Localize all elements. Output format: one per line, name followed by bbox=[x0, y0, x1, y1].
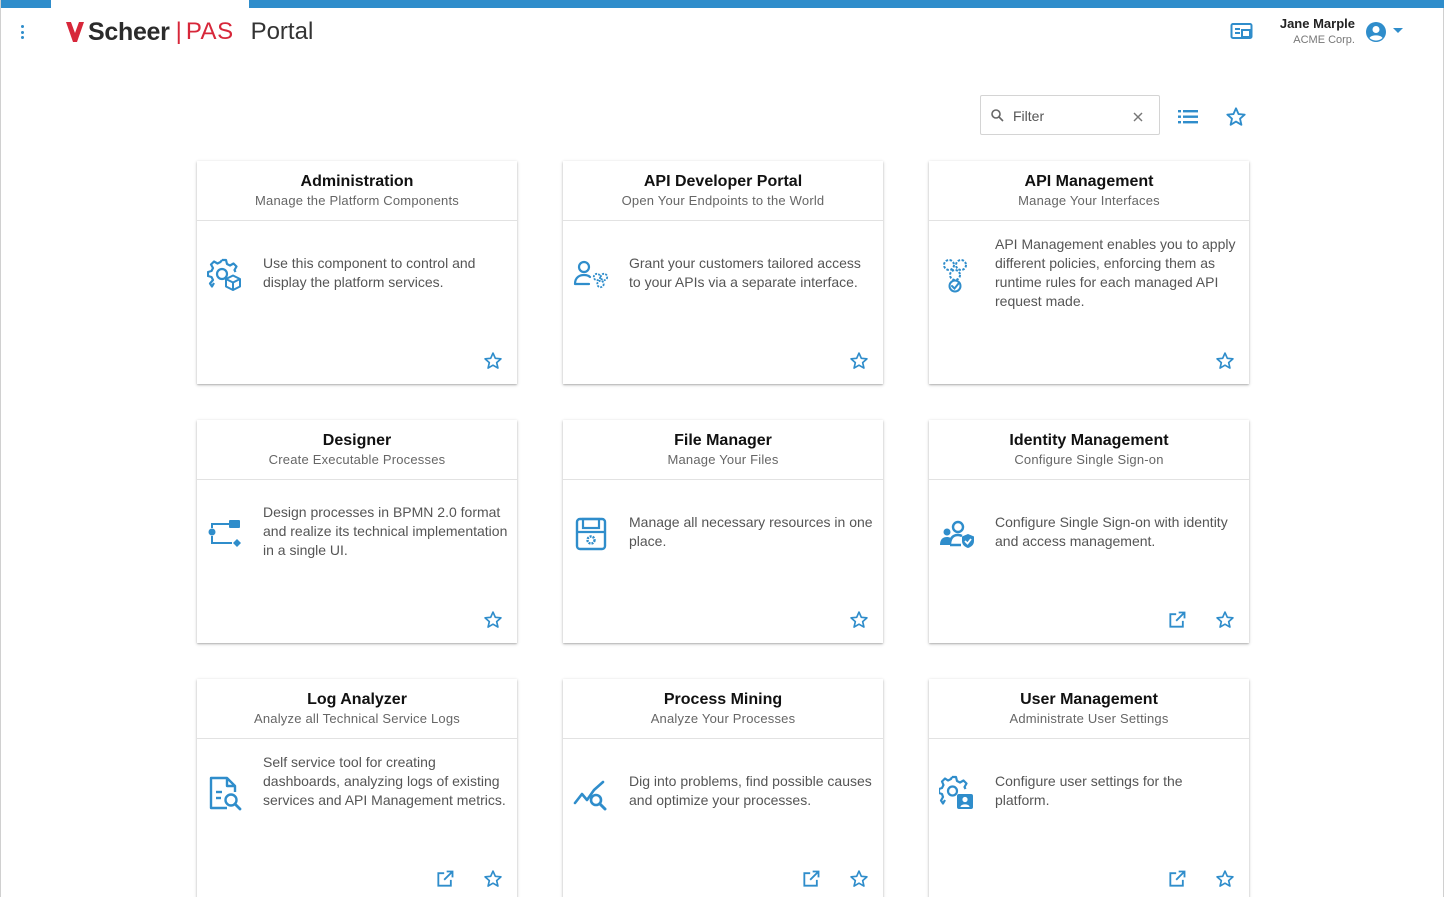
card-title: User Management bbox=[1020, 691, 1158, 708]
gears-check-icon bbox=[943, 259, 967, 293]
favorite-star-icon[interactable] bbox=[849, 351, 869, 371]
card-body: Grant your customers tailored access to … bbox=[563, 221, 883, 383]
card-description: Manage all necessary resources in one pl… bbox=[629, 514, 873, 549]
card-subtitle: Create Executable Processes bbox=[268, 452, 446, 467]
card-subtitle: Configure Single Sign-on bbox=[1014, 452, 1164, 467]
brand-portal: Portal bbox=[250, 18, 314, 45]
card-description: Configure Single Sign-on with identity a… bbox=[995, 514, 1228, 549]
favorite-star-icon[interactable] bbox=[483, 610, 503, 630]
card-header: Log Analyzer Analyze all Technical Servi… bbox=[197, 679, 517, 739]
list-view-icon[interactable] bbox=[1178, 109, 1198, 125]
card-process-mining[interactable]: Process Mining Analyze Your Processes Di… bbox=[563, 679, 883, 897]
card-header: Administration Manage the Platform Compo… bbox=[197, 161, 517, 221]
card-body: Manage all necessary resources in one pl… bbox=[563, 480, 883, 642]
open-external-icon[interactable] bbox=[1167, 869, 1187, 889]
card-description: Dig into problems, find possible causes … bbox=[629, 773, 872, 808]
active-tab-indicator bbox=[51, 0, 249, 8]
card-body: Configure Single Sign-on with identity a… bbox=[929, 480, 1249, 642]
favorite-star-icon[interactable] bbox=[1215, 869, 1235, 889]
card-subtitle: Manage the Platform Components bbox=[255, 193, 459, 208]
open-external-icon[interactable] bbox=[435, 869, 455, 889]
gear-cube-icon bbox=[207, 258, 241, 291]
card-title: Designer bbox=[322, 432, 392, 449]
brand-logo[interactable]: Scheer | PAS Portal bbox=[65, 17, 313, 47]
clear-icon[interactable] bbox=[1133, 112, 1143, 122]
card-description: API Management enables you to apply diff… bbox=[995, 236, 1236, 309]
user-org: ACME Corp. bbox=[1293, 34, 1355, 46]
card-description: Self service tool for creating dashboard… bbox=[263, 754, 506, 808]
card-header: Identity Management Configure Single Sig… bbox=[929, 420, 1249, 480]
brand-separator: | bbox=[175, 18, 182, 45]
user-menu-chevron-down-icon[interactable] bbox=[1393, 28, 1403, 33]
brand-scheer: Scheer bbox=[88, 17, 170, 46]
card-title: API Management bbox=[1024, 173, 1154, 190]
card-subtitle: Analyze all Technical Service Logs bbox=[253, 711, 460, 726]
card-body: API Management enables you to apply diff… bbox=[929, 221, 1249, 383]
card-subtitle: Analyze Your Processes bbox=[650, 711, 796, 726]
card-header: Designer Create Executable Processes bbox=[197, 420, 517, 480]
favorite-star-icon[interactable] bbox=[1215, 351, 1235, 371]
favorite-star-icon[interactable] bbox=[483, 351, 503, 371]
process-flow-icon bbox=[208, 520, 241, 547]
main-menu-button[interactable] bbox=[15, 22, 29, 42]
card-title: Log Analyzer bbox=[307, 691, 407, 708]
card-header: User Management Administrate User Settin… bbox=[929, 679, 1249, 739]
card-header: File Manager Manage Your Files bbox=[563, 420, 883, 480]
card-log-analyzer[interactable]: Log Analyzer Analyze all Technical Servi… bbox=[197, 679, 517, 897]
scheer-logo-icon bbox=[66, 22, 84, 42]
user-info[interactable]: Jane Marple ACME Corp. bbox=[1280, 16, 1355, 46]
card-title: Administration bbox=[300, 173, 414, 190]
card-title: Process Mining bbox=[663, 691, 783, 708]
filter-field[interactable] bbox=[980, 95, 1160, 135]
card-title: Identity Management bbox=[1009, 432, 1169, 449]
dashboard-search-icon[interactable] bbox=[1230, 22, 1254, 42]
users-shield-icon bbox=[940, 520, 974, 548]
card-user-management[interactable]: User Management Administrate User Settin… bbox=[929, 679, 1249, 897]
favorites-star-icon[interactable] bbox=[1225, 106, 1247, 128]
card-body: Dig into problems, find possible causes … bbox=[563, 739, 883, 897]
brand-pas: PAS bbox=[185, 18, 234, 45]
card-description: Configure user settings for the platform… bbox=[995, 773, 1183, 808]
app-card-grid: Administration Manage the Platform Compo… bbox=[197, 161, 1250, 897]
user-name: Jane Marple bbox=[1279, 16, 1355, 31]
card-header: Process Mining Analyze Your Processes bbox=[563, 679, 883, 739]
card-title: File Manager bbox=[674, 432, 772, 449]
card-title: API Developer Portal bbox=[643, 173, 803, 190]
favorite-star-icon[interactable] bbox=[849, 869, 869, 889]
card-subtitle: Manage Your Interfaces bbox=[1018, 193, 1160, 208]
card-file-manager[interactable]: File Manager Manage Your Files Manage al… bbox=[563, 420, 883, 643]
card-description: Design processes in BPMN 2.0 format and … bbox=[263, 504, 508, 558]
user-gears-icon bbox=[573, 260, 609, 289]
card-header: API Management Manage Your Interfaces bbox=[929, 161, 1249, 221]
favorite-star-icon[interactable] bbox=[483, 869, 503, 889]
open-external-icon[interactable] bbox=[1167, 610, 1187, 630]
card-administration[interactable]: Administration Manage the Platform Compo… bbox=[197, 161, 517, 384]
user-avatar-icon[interactable] bbox=[1365, 21, 1387, 43]
filter-input[interactable] bbox=[1013, 106, 1123, 126]
card-description: Use this component to control and displa… bbox=[263, 255, 476, 290]
open-external-icon[interactable] bbox=[801, 869, 821, 889]
card-header: API Developer Portal Open Your Endpoints… bbox=[563, 161, 883, 221]
favorite-star-icon[interactable] bbox=[849, 610, 869, 630]
card-subtitle: Manage Your Files bbox=[667, 452, 779, 467]
card-body: Configure user settings for the platform… bbox=[929, 739, 1249, 897]
gear-user-icon bbox=[939, 775, 973, 809]
card-description: Grant your customers tailored access to … bbox=[629, 255, 861, 290]
chart-search-icon bbox=[573, 780, 607, 811]
card-body: Design processes in BPMN 2.0 format and … bbox=[197, 480, 517, 642]
document-search-icon bbox=[209, 776, 242, 811]
file-gear-icon bbox=[575, 517, 607, 551]
card-api-management[interactable]: API Management Manage Your Interfaces AP… bbox=[929, 161, 1249, 384]
search-icon bbox=[991, 109, 1004, 122]
card-designer[interactable]: Designer Create Executable Processes Des… bbox=[197, 420, 517, 643]
card-identity-management[interactable]: Identity Management Configure Single Sig… bbox=[929, 420, 1249, 643]
card-subtitle: Open Your Endpoints to the World bbox=[621, 193, 825, 208]
card-body: Self service tool for creating dashboard… bbox=[197, 739, 517, 897]
card-subtitle: Administrate User Settings bbox=[1009, 711, 1169, 726]
favorite-star-icon[interactable] bbox=[1215, 610, 1235, 630]
card-api-developer-portal[interactable]: API Developer Portal Open Your Endpoints… bbox=[563, 161, 883, 384]
card-body: Use this component to control and displa… bbox=[197, 221, 517, 383]
